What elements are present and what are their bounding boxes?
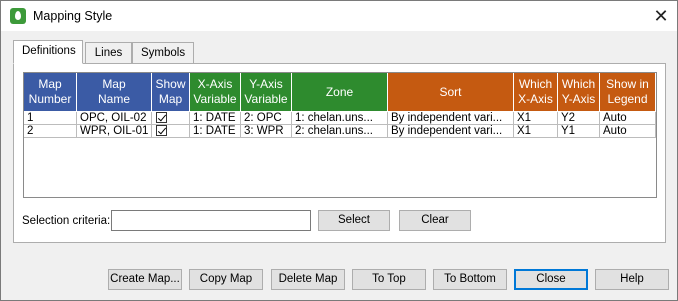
cell-text: WPR, OIL-01: [80, 125, 149, 137]
cell-y-axis-variable[interactable]: 3: WPR: [241, 125, 292, 138]
cell-text: By independent vari...: [391, 125, 503, 137]
help-button[interactable]: Help: [595, 269, 669, 290]
cell-text: 2: [27, 125, 34, 137]
selection-criteria-label: Selection criteria:: [22, 215, 111, 227]
cell-text: 3: WPR: [244, 125, 284, 137]
tab-symbols[interactable]: Symbols: [132, 42, 194, 64]
column-header-map-number[interactable]: Map Number: [24, 73, 77, 111]
cell-map-number[interactable]: 2: [24, 125, 77, 138]
cell-text: 1: chelan.uns...: [295, 112, 373, 124]
cell-zone[interactable]: 1: chelan.uns...: [292, 112, 388, 125]
close-button[interactable]: Close: [514, 269, 588, 290]
cell-text: OPC, OIL-02: [80, 112, 147, 124]
tab-label: Symbols: [141, 47, 186, 59]
cell-text: 1: [27, 112, 34, 124]
cell-text: 1: DATE: [193, 125, 236, 137]
cell-which-x-axis[interactable]: X1: [514, 112, 558, 125]
cell-map-number[interactable]: 1: [24, 112, 77, 125]
cell-map-name[interactable]: OPC, OIL-02: [77, 112, 152, 125]
close-window-icon[interactable]: ✕: [649, 5, 673, 27]
cell-map-name[interactable]: WPR, OIL-01: [77, 125, 152, 138]
column-header-y-axis-variable[interactable]: Y-Axis Variable: [241, 73, 292, 111]
column-header-map-name[interactable]: Map Name: [77, 73, 152, 111]
cell-text: Auto: [603, 112, 627, 124]
cell-show-map[interactable]: [152, 112, 190, 125]
column-header-which-y-axis[interactable]: Which Y-Axis: [558, 73, 600, 111]
show-map-checkbox[interactable]: [156, 125, 167, 136]
cell-show-in-legend[interactable]: Auto: [600, 112, 656, 125]
to-top-button[interactable]: To Top: [352, 269, 426, 290]
window-title: Mapping Style: [33, 9, 113, 23]
column-header-x-axis-variable[interactable]: X-Axis Variable: [190, 73, 241, 111]
column-header-sort[interactable]: Sort: [388, 73, 514, 111]
definitions-panel: Map Number Map Name Show Map X-Axis Variabl…: [13, 63, 666, 243]
cell-text: Y1: [561, 125, 576, 137]
cell-text: 2: chelan.uns...: [295, 125, 373, 137]
cell-text: 1: DATE: [193, 112, 236, 124]
show-map-checkbox[interactable]: [156, 112, 167, 123]
cell-text: By independent vari...: [391, 112, 503, 124]
cell-y-axis-variable[interactable]: 2: OPC: [241, 112, 292, 125]
cell-text: Auto: [603, 125, 627, 137]
cell-text: X1: [517, 112, 532, 124]
tab-label: Lines: [94, 47, 123, 59]
column-header-show-in-legend[interactable]: Show in Legend: [600, 73, 656, 111]
selection-criteria-input[interactable]: [111, 210, 311, 231]
title-bar: Mapping Style ✕: [1, 1, 677, 31]
cell-which-y-axis[interactable]: Y1: [558, 125, 600, 138]
cell-x-axis-variable[interactable]: 1: DATE: [190, 125, 241, 138]
cell-text: Y2: [561, 112, 576, 124]
select-button[interactable]: Select: [318, 210, 390, 231]
copy-map-button[interactable]: Copy Map: [189, 269, 263, 290]
delete-map-button[interactable]: Delete Map: [271, 269, 345, 290]
column-header-which-x-axis[interactable]: Which X-Axis: [514, 73, 558, 111]
cell-show-in-legend[interactable]: Auto: [600, 125, 656, 138]
cell-show-map[interactable]: [152, 125, 190, 138]
cell-text: 2: OPC: [244, 112, 282, 124]
tab-label: Definitions: [22, 45, 76, 57]
cell-text: X1: [517, 125, 532, 137]
cell-sort[interactable]: By independent vari...: [388, 125, 514, 138]
cell-which-x-axis[interactable]: X1: [514, 125, 558, 138]
map-definitions-grid[interactable]: Map Number Map Name Show Map X-Axis Variabl…: [23, 72, 657, 198]
app-icon: [10, 8, 26, 24]
tab-lines[interactable]: Lines: [85, 42, 132, 64]
cell-zone[interactable]: 2: chelan.uns...: [292, 125, 388, 138]
cell-which-y-axis[interactable]: Y2: [558, 112, 600, 125]
create-map-button[interactable]: Create Map...: [108, 269, 182, 290]
mapping-style-dialog: Mapping Style ✕ Definitions Lines Symbol…: [0, 0, 678, 301]
to-bottom-button[interactable]: To Bottom: [433, 269, 507, 290]
tab-definitions[interactable]: Definitions: [13, 40, 83, 64]
clear-button[interactable]: Clear: [399, 210, 471, 231]
cell-sort[interactable]: By independent vari...: [388, 112, 514, 125]
cell-x-axis-variable[interactable]: 1: DATE: [190, 112, 241, 125]
column-header-zone[interactable]: Zone: [292, 73, 388, 111]
column-header-show-map[interactable]: Show Map: [152, 73, 190, 111]
